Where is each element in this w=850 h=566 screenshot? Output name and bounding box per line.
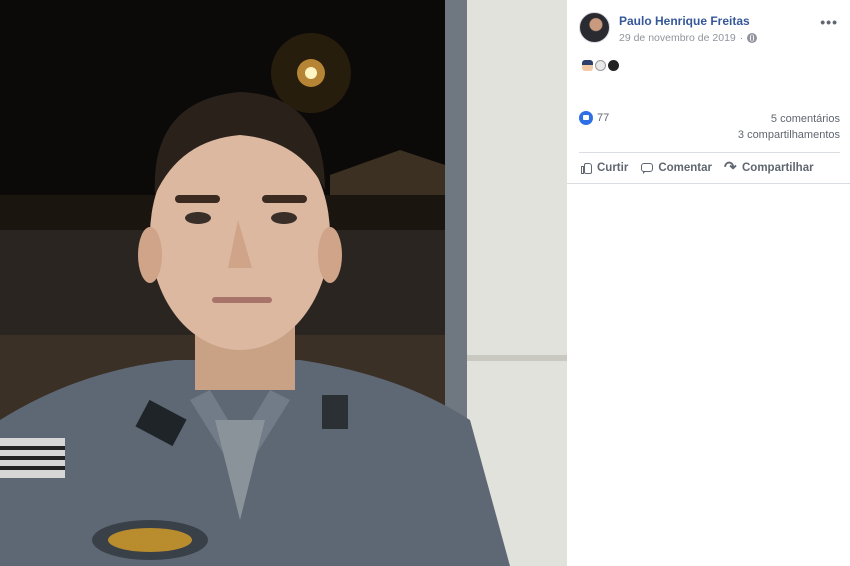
more-options-button[interactable]: ••• — [820, 14, 838, 30]
globe-icon[interactable] — [747, 33, 758, 43]
post-meta: 29 de novembro de 2019 · — [619, 32, 758, 44]
selfie-photo-illustration — [0, 0, 567, 566]
post-header: Paulo Henrique Freitas 29 de novembro de… — [579, 12, 842, 46]
comment-bubble-icon — [640, 161, 654, 175]
comment-button[interactable]: Comentar — [640, 158, 712, 178]
reaction-stats: 77 5 comentários 3 compartilhamentos — [579, 110, 840, 144]
thumbs-up-icon — [579, 161, 593, 175]
comment-button-label: Comentar — [658, 162, 712, 174]
post-photo[interactable] — [0, 0, 567, 566]
actions-bottom-divider — [567, 183, 850, 184]
post-actions: Curtir Comentar Compartilhar — [579, 158, 840, 178]
comments-count-link[interactable]: 5 comentários — [771, 113, 840, 125]
bomb-emoji — [608, 60, 619, 71]
like-button[interactable]: Curtir — [579, 158, 628, 178]
like-button-label: Curtir — [597, 162, 629, 174]
like-reaction-icon[interactable] — [579, 111, 593, 125]
post-date[interactable]: 29 de novembro de 2019 — [619, 32, 736, 44]
shares-count-link[interactable]: 3 compartilhamentos — [738, 129, 840, 141]
post-side-panel: Paulo Henrique Freitas 29 de novembro de… — [567, 0, 850, 566]
skull-emoji — [595, 60, 606, 71]
divider — [579, 152, 840, 153]
share-button[interactable]: Compartilhar — [724, 158, 814, 178]
like-count[interactable]: 77 — [597, 112, 609, 124]
share-arrow-icon — [724, 158, 738, 176]
avatar[interactable] — [579, 12, 610, 43]
post-text — [582, 60, 619, 71]
author-name-link[interactable]: Paulo Henrique Freitas — [619, 14, 750, 28]
share-button-label: Compartilhar — [742, 162, 814, 174]
police-officer-emoji — [582, 60, 593, 71]
